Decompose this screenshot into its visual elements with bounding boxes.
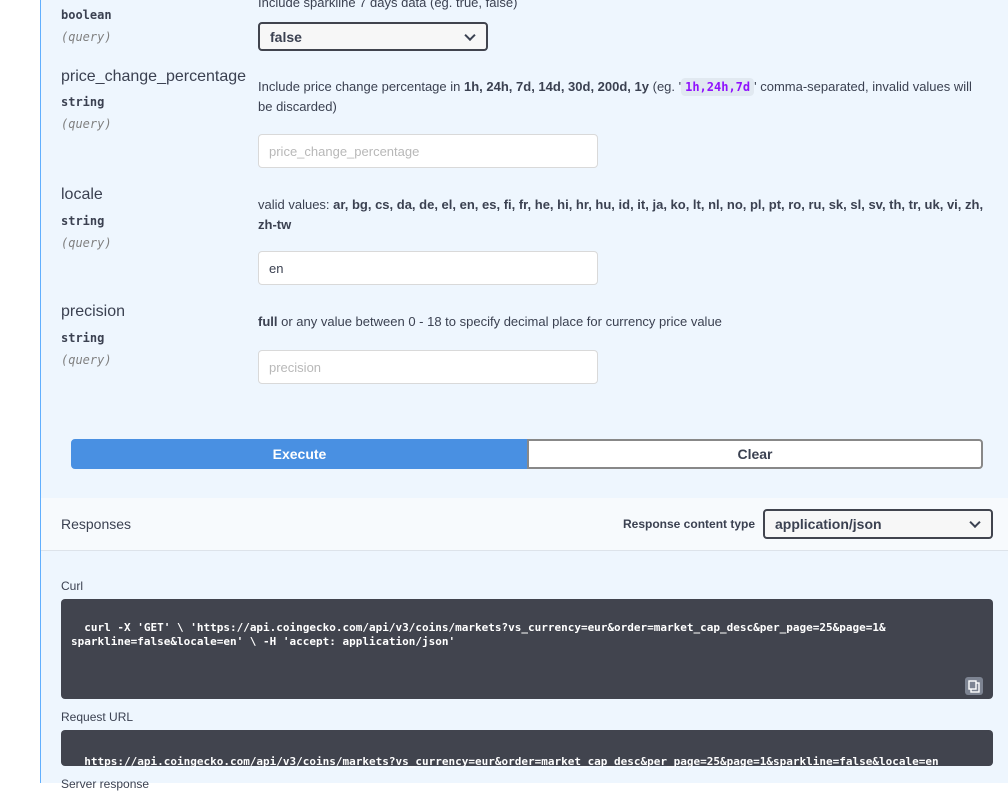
desc-text: Include price change percentage in	[258, 79, 461, 94]
response-content-type-value: application/json	[775, 516, 882, 532]
desc-values: full	[258, 314, 278, 329]
price-change-param-name: price_change_percentage	[61, 68, 247, 85]
desc-text: valid values:	[258, 197, 330, 212]
locale-param-type: string	[61, 214, 105, 228]
response-content-type-label: Response content type	[623, 517, 756, 531]
price-change-param-location: (query)	[61, 117, 112, 131]
sparkline-type: boolean	[61, 8, 112, 22]
locale-description: valid values: ar, bg, cs, da, de, el, en…	[258, 195, 988, 235]
price-change-description: Include price change percentage in 1h, 2…	[258, 77, 988, 117]
request-url-label: Request URL	[61, 710, 134, 724]
locale-param-name: locale	[61, 186, 103, 203]
responses-title: Responses	[61, 516, 132, 532]
desc-values: 1h, 24h, 7d, 14d, 30d, 200d, 1y	[464, 79, 649, 94]
desc-values: ar, bg, cs, da, de, el, en, es, fi, fr, …	[258, 197, 984, 232]
curl-label: Curl	[61, 579, 84, 593]
precision-description: full or any value between 0 - 18 to spec…	[258, 312, 988, 332]
clear-button[interactable]: Clear	[527, 439, 983, 469]
desc-text: or any value between 0 - 18 to specify d…	[281, 314, 722, 329]
request-url-value: https://api.coingecko.com/api/v3/coins/m…	[84, 755, 939, 768]
curl-code-block[interactable]: curl -X 'GET' \ 'https://api.coingecko.c…	[61, 599, 993, 699]
server-response-label: Server response	[61, 777, 150, 791]
sparkline-location: (query)	[61, 30, 112, 44]
price-change-input[interactable]	[258, 134, 598, 168]
locale-input[interactable]	[258, 251, 598, 285]
request-url-block[interactable]: https://api.coingecko.com/api/v3/coins/m…	[61, 730, 993, 768]
precision-param-location: (query)	[61, 353, 112, 367]
sparkline-description: Include sparkline 7 days data (eg. true,…	[258, 0, 518, 10]
precision-input[interactable]	[258, 350, 598, 384]
precision-param-name: precision	[61, 303, 126, 320]
execute-button[interactable]: Execute	[71, 439, 528, 469]
desc-text: (eg. '	[652, 79, 682, 94]
sparkline-select[interactable]: false	[258, 22, 488, 51]
curl-command: curl -X 'GET' \ 'https://api.coingecko.c…	[71, 621, 886, 648]
sparkline-select-value: false	[270, 28, 302, 45]
price-change-param-type: string	[61, 95, 105, 109]
chevron-down-icon	[464, 29, 476, 41]
clipboard-copy-icon[interactable]	[965, 677, 983, 695]
chevron-down-icon	[969, 516, 981, 529]
precision-param-type: string	[61, 331, 105, 345]
inline-code: 1h,24h,7d	[681, 78, 755, 96]
locale-param-location: (query)	[61, 236, 112, 250]
left-gutter	[0, 0, 41, 783]
response-content-type-select[interactable]: application/json	[763, 509, 993, 539]
